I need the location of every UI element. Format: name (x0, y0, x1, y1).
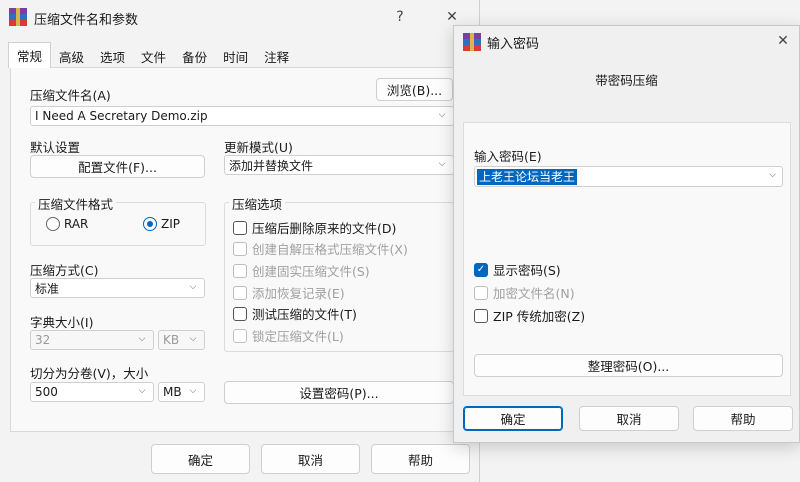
split-size-combo[interactable]: 500 (30, 382, 154, 402)
help-button[interactable]: 帮助 (371, 444, 470, 474)
checkbox-box (233, 285, 247, 300)
option-label: 压缩后删除原来的文件(D) (252, 221, 397, 236)
tab-options[interactable]: 选项 (92, 44, 133, 68)
compression-method-value: 标准 (35, 281, 60, 296)
recovery-record-checkbox[interactable]: 添加恢复记录(E) (233, 283, 345, 302)
dictionary-size-value: 32 (35, 333, 51, 347)
option-label: 创建自解压格式压缩文件(X) (252, 242, 408, 257)
compression-method-label: 压缩方式(C) (30, 263, 99, 278)
tab-bar: 常规 高级 选项 文件 备份 时间 注释 (8, 42, 297, 68)
split-unit-value: MB (163, 385, 182, 399)
tab-comment[interactable]: 注释 (256, 44, 297, 68)
password-dialog-title: 输入密码 (487, 37, 540, 52)
create-sfx-checkbox[interactable]: 创建自解压格式压缩文件(X) (233, 239, 408, 258)
default-settings-label: 默认设置 (30, 140, 81, 155)
zip-legacy-label: ZIP 传统加密(Z) (493, 309, 586, 324)
archive-name-combo[interactable]: I Need A Secretary Demo.zip (30, 106, 454, 126)
show-password-checkbox[interactable]: ✓ 显示密码(S) (474, 260, 561, 279)
update-mode-label: 更新模式(U) (224, 140, 293, 155)
option-label: 创建固实压缩文件(S) (252, 264, 370, 279)
checkmark-icon: ✓ (474, 262, 488, 277)
option-label: 测试压缩的文件(T) (252, 307, 357, 322)
radio-dot (143, 217, 157, 231)
format-rar-label: RAR (64, 217, 89, 231)
archive-format-title: 压缩文件格式 (35, 194, 117, 213)
create-solid-checkbox[interactable]: 创建固实压缩文件(S) (233, 261, 370, 280)
winrar-icon (9, 8, 27, 26)
checkbox-box (233, 241, 247, 256)
zip-legacy-checkbox[interactable]: ZIP 传统加密(Z) (474, 306, 585, 325)
checkbox-box (233, 263, 247, 278)
chevron-down-icon (137, 387, 147, 395)
split-volumes-label: 切分为分卷(V)，大小 (30, 366, 149, 381)
checkbox-box (233, 328, 247, 343)
option-label: 锁定压缩文件(L) (252, 329, 344, 344)
dictionary-unit-value: KB (163, 333, 180, 347)
checkbox-box (233, 220, 247, 235)
chevron-down-icon (188, 387, 198, 395)
dictionary-unit-select[interactable]: KB (158, 330, 205, 350)
archive-dialog: 压缩文件名和参数 ? ✕ 常规 高级 选项 文件 备份 时间 注释 压缩文件名(… (0, 0, 480, 482)
encrypt-filenames-checkbox[interactable]: 加密文件名(N) (474, 283, 575, 302)
option-label: 添加恢复记录(E) (252, 286, 345, 301)
chevron-down-icon (188, 335, 198, 343)
tab-backup[interactable]: 备份 (174, 44, 215, 68)
tab-files[interactable]: 文件 (133, 44, 174, 68)
password-cancel-button[interactable]: 取消 (579, 406, 679, 431)
format-zip-radio[interactable]: ZIP (143, 217, 180, 231)
password-value: 上老王论坛当老王 (477, 169, 578, 185)
password-input[interactable]: 上老王论坛当老王 ⌵ (474, 166, 783, 187)
archive-dialog-title: 压缩文件名和参数 (34, 13, 139, 28)
organize-passwords-button[interactable]: 整理密码(O)... (474, 354, 783, 377)
password-dialog-subtitle: 带密码压缩 (595, 73, 658, 88)
set-password-button[interactable]: 设置密码(P)... (224, 381, 454, 404)
chevron-down-icon (437, 160, 447, 168)
archive-name-value: I Need A Secretary Demo.zip (35, 109, 208, 123)
radio-dot (46, 217, 60, 231)
checkbox-box (233, 306, 247, 321)
password-ok-button[interactable]: 确定 (463, 406, 563, 431)
tab-time[interactable]: 时间 (215, 44, 256, 68)
cancel-button[interactable]: 取消 (261, 444, 360, 474)
update-mode-value: 添加并替换文件 (229, 158, 314, 173)
archive-dialog-titlebar[interactable]: 压缩文件名和参数 ? ✕ (0, 0, 479, 34)
profiles-button[interactable]: 配置文件(F)... (30, 155, 205, 178)
help-title-button[interactable]: ? (385, 4, 415, 30)
chevron-down-icon (437, 111, 447, 119)
encrypt-filenames-label: 加密文件名(N) (493, 286, 575, 301)
show-password-label: 显示密码(S) (493, 263, 561, 278)
lock-archive-checkbox[interactable]: 锁定压缩文件(L) (233, 326, 344, 345)
format-rar-radio[interactable]: RAR (46, 217, 88, 231)
close-icon[interactable]: ✕ (768, 28, 798, 54)
password-dialog-titlebar[interactable]: 输入密码 ✕ (454, 26, 799, 56)
format-zip-label: ZIP (161, 217, 180, 231)
update-mode-select[interactable]: 添加并替换文件 (224, 155, 454, 175)
chevron-down-icon (188, 283, 198, 291)
compression-method-select[interactable]: 标准 (30, 278, 205, 298)
checkbox-box (474, 308, 488, 323)
password-help-button[interactable]: 帮助 (693, 406, 793, 431)
chevron-down-icon: ⌵ (769, 170, 776, 180)
split-size-value: 500 (35, 385, 58, 399)
password-dialog: 输入密码 ✕ 带密码压缩 输入密码(E) 上老王论坛当老王 ⌵ ✓ 显示密码(S… (453, 25, 800, 443)
checkbox-box (474, 285, 488, 300)
ok-button[interactable]: 确定 (151, 444, 250, 474)
winrar-icon (463, 33, 481, 51)
test-archive-checkbox[interactable]: 测试压缩的文件(T) (233, 304, 357, 323)
password-label: 输入密码(E) (474, 149, 542, 164)
browse-button[interactable]: 浏览(B)... (376, 78, 453, 101)
chevron-down-icon (137, 335, 147, 343)
dictionary-size-label: 字典大小(I) (30, 315, 94, 330)
split-unit-select[interactable]: MB (158, 382, 205, 402)
dictionary-size-select[interactable]: 32 (30, 330, 154, 350)
archive-options-title: 压缩选项 (229, 194, 286, 213)
archive-name-label: 压缩文件名(A) (30, 88, 111, 103)
tab-advanced[interactable]: 高级 (51, 44, 92, 68)
tab-general[interactable]: 常规 (8, 42, 52, 68)
delete-after-checkbox[interactable]: 压缩后删除原来的文件(D) (233, 218, 396, 237)
